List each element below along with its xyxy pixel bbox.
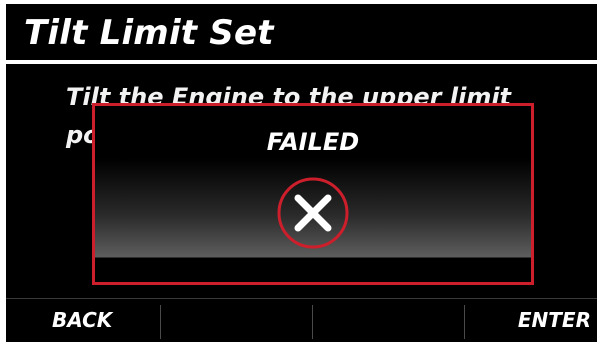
back-button-label: BACK bbox=[52, 308, 113, 332]
title-divider bbox=[6, 60, 597, 64]
failed-dialog: FAILED bbox=[92, 103, 534, 285]
softkey-3-button[interactable] bbox=[313, 299, 464, 342]
page-title: Tilt Limit Set bbox=[24, 13, 274, 53]
back-button[interactable]: BACK bbox=[6, 299, 157, 342]
enter-button-label: ENTER bbox=[517, 308, 591, 332]
close-x-icon bbox=[277, 177, 349, 249]
dialog-title: FAILED bbox=[266, 128, 360, 156]
display-screen: Tilt Limit Set Tilt the Engine to the up… bbox=[6, 4, 597, 342]
enter-button[interactable]: ENTER bbox=[465, 299, 597, 342]
softkey-2-button[interactable] bbox=[161, 299, 312, 342]
